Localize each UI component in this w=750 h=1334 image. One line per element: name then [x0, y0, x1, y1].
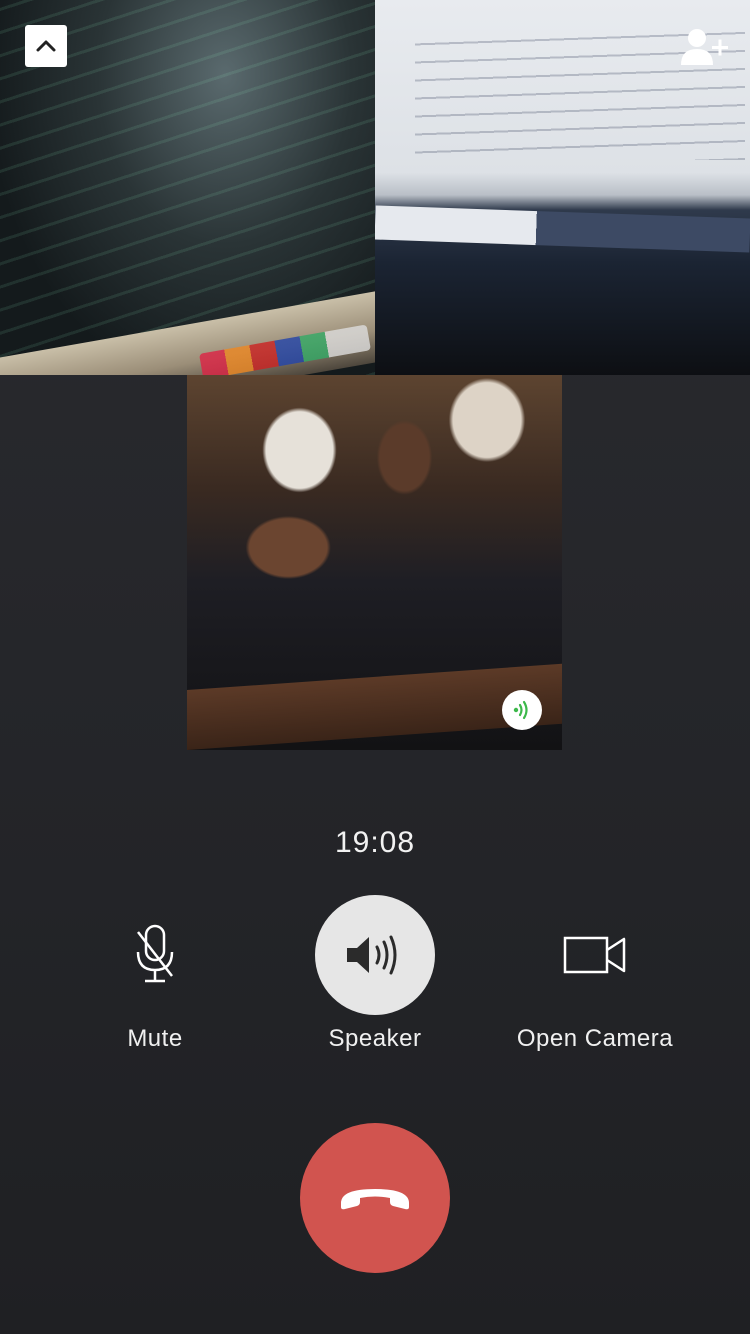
voice-call-screen: 19:08 Mute Speaker Open Camera — [0, 0, 750, 1334]
speaker-icon-wrap[interactable] — [315, 895, 435, 1015]
sound-waves-icon — [513, 700, 528, 720]
screen-taskbar — [375, 205, 750, 253]
mute-label: Mute — [127, 1025, 183, 1052]
speaking-indicator — [502, 690, 542, 730]
video-camera-icon — [563, 936, 626, 974]
add-member-button[interactable] — [678, 26, 732, 68]
speaker-icon — [347, 935, 397, 975]
camera-icon-wrap[interactable] — [535, 895, 655, 1015]
phone-hangup-icon — [341, 1189, 409, 1210]
open-camera-button[interactable]: Open Camera — [485, 895, 705, 1065]
mute-icon-wrap[interactable] — [95, 895, 215, 1015]
chevron-up-icon — [36, 40, 56, 52]
mute-button[interactable]: Mute — [45, 895, 265, 1065]
speaker-label: Speaker — [328, 1025, 422, 1052]
minimize-button[interactable] — [25, 25, 67, 67]
speaker-button[interactable]: Speaker — [265, 895, 485, 1065]
microphone-muted-icon — [136, 924, 174, 983]
open-camera-label: Open Camera — [516, 1025, 674, 1052]
call-timer: 19:08 — [334, 826, 416, 859]
hang-up-button[interactable] — [300, 1123, 450, 1273]
video-tile-3[interactable] — [187, 375, 562, 750]
add-person-icon — [681, 29, 728, 65]
laptop-bezel — [0, 286, 375, 375]
